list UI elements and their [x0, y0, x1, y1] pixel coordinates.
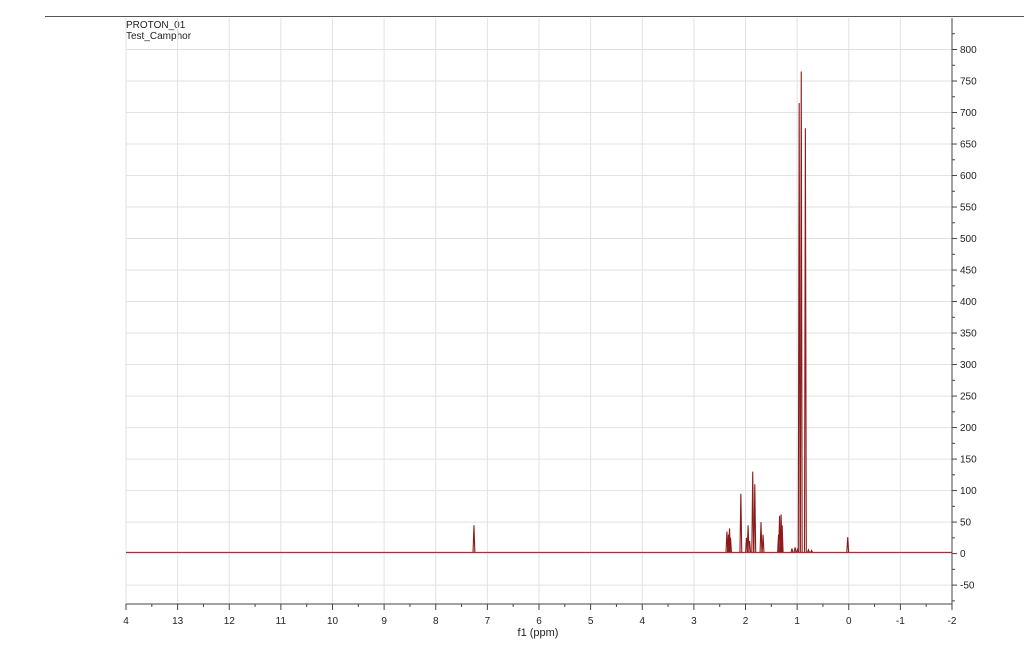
y-tick-label: -50	[960, 581, 975, 592]
x-tick-label: 8	[433, 616, 439, 627]
spectrum-peak	[799, 71, 803, 553]
y-tick-label: 650	[960, 140, 977, 151]
y-tick-label: 50	[960, 518, 972, 529]
grid-lines	[125, 18, 953, 604]
nmr-spectrum-chart: 4 13 12 11 10 9 8 7 6 5 4 3 2 1 0 -1 -280075070065060055…	[123, 18, 977, 639]
spectrum-peak	[751, 471, 755, 553]
y-tick-label: 500	[960, 234, 977, 245]
y-tick-label: 200	[960, 423, 977, 434]
y-tick-label: 250	[960, 392, 977, 403]
y-tick-label: 150	[960, 455, 977, 466]
spectrum-peak	[797, 103, 801, 553]
y-tick-label: 0	[960, 549, 966, 560]
y-tick-label: 300	[960, 360, 977, 371]
spectrum-peak	[793, 547, 797, 553]
x-tick-label: 4	[123, 616, 129, 627]
y-tick-label: 350	[960, 329, 977, 340]
x-tick-label: 13	[172, 616, 184, 627]
x-tick-label: 11	[276, 616, 287, 627]
spectrum-peak	[761, 534, 765, 553]
x-tick-label: 0	[846, 616, 852, 627]
y-tick-label: 400	[960, 297, 977, 308]
x-tick-label: -1	[896, 616, 905, 627]
spectrum-peak	[739, 493, 743, 553]
spectrum-peak	[753, 484, 757, 553]
x-tick-label: 6	[536, 616, 542, 627]
x-tick-label: 9	[381, 616, 387, 627]
x-tick-label: 5	[588, 616, 594, 627]
x-tick-label: 2	[743, 616, 749, 627]
spectrum-peak	[759, 522, 763, 553]
spectrum-peak	[846, 537, 850, 553]
x-axis-label: f1 (ppm)	[518, 627, 559, 639]
y-tick-label: 450	[960, 266, 977, 277]
y-tick-label: 100	[960, 486, 977, 497]
y-tick-label: 550	[960, 203, 977, 214]
spectrum-peak	[472, 525, 476, 553]
y-tick-label: 750	[960, 77, 977, 88]
spectrum-peak	[748, 540, 752, 553]
spectrum-peak	[790, 548, 794, 553]
x-tick-label: -2	[948, 616, 957, 627]
x-tick-label: 1	[794, 616, 800, 627]
x-tick-label: 4	[639, 616, 645, 627]
y-tick-label: 600	[960, 171, 977, 182]
y-tick-label: 700	[960, 108, 977, 119]
x-tick-label: 7	[485, 616, 491, 627]
spectrum-peak	[803, 128, 807, 553]
x-tick-label: 3	[691, 616, 697, 627]
x-tick-label: 10	[327, 616, 339, 627]
y-tick-label: 800	[960, 45, 977, 56]
x-tick-label: 12	[224, 616, 236, 627]
